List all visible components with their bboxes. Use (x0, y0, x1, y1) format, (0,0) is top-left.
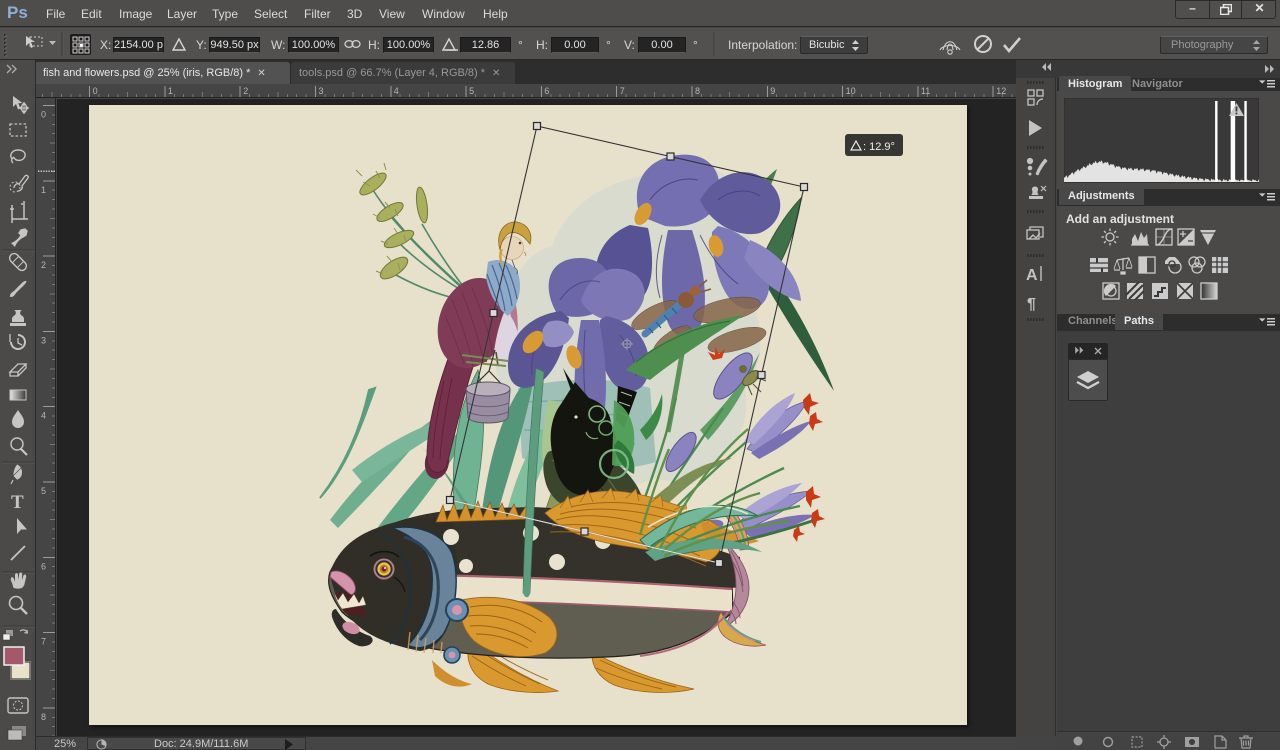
svg-text:8: 8 (695, 86, 700, 96)
svg-text:9: 9 (770, 86, 775, 96)
svg-text:12: 12 (996, 86, 1006, 96)
svg-text:¶: ¶ (1027, 296, 1036, 313)
svg-text:8: 8 (41, 712, 46, 722)
svg-text:: 12.9°: : 12.9° (863, 141, 895, 153)
svg-text:1: 1 (41, 185, 46, 195)
svg-text:4: 4 (41, 411, 46, 421)
svg-text:7: 7 (620, 86, 625, 96)
svg-text:0: 0 (93, 86, 98, 96)
svg-text:2: 2 (243, 86, 248, 96)
svg-text:A: A (1026, 267, 1038, 284)
svg-text:0: 0 (41, 110, 46, 120)
svg-text:5: 5 (469, 86, 474, 96)
svg-text:3: 3 (319, 86, 324, 96)
svg-text:1: 1 (168, 86, 173, 96)
svg-text:11: 11 (921, 86, 930, 96)
svg-text:6: 6 (41, 561, 46, 571)
svg-text:T: T (11, 492, 24, 513)
svg-text:6: 6 (544, 86, 549, 96)
svg-text:5: 5 (41, 486, 46, 496)
svg-text:10: 10 (846, 86, 856, 96)
svg-text:4: 4 (394, 86, 399, 96)
svg-text:3: 3 (41, 335, 46, 345)
svg-text:7: 7 (41, 637, 46, 647)
svg-text:2: 2 (41, 260, 46, 270)
